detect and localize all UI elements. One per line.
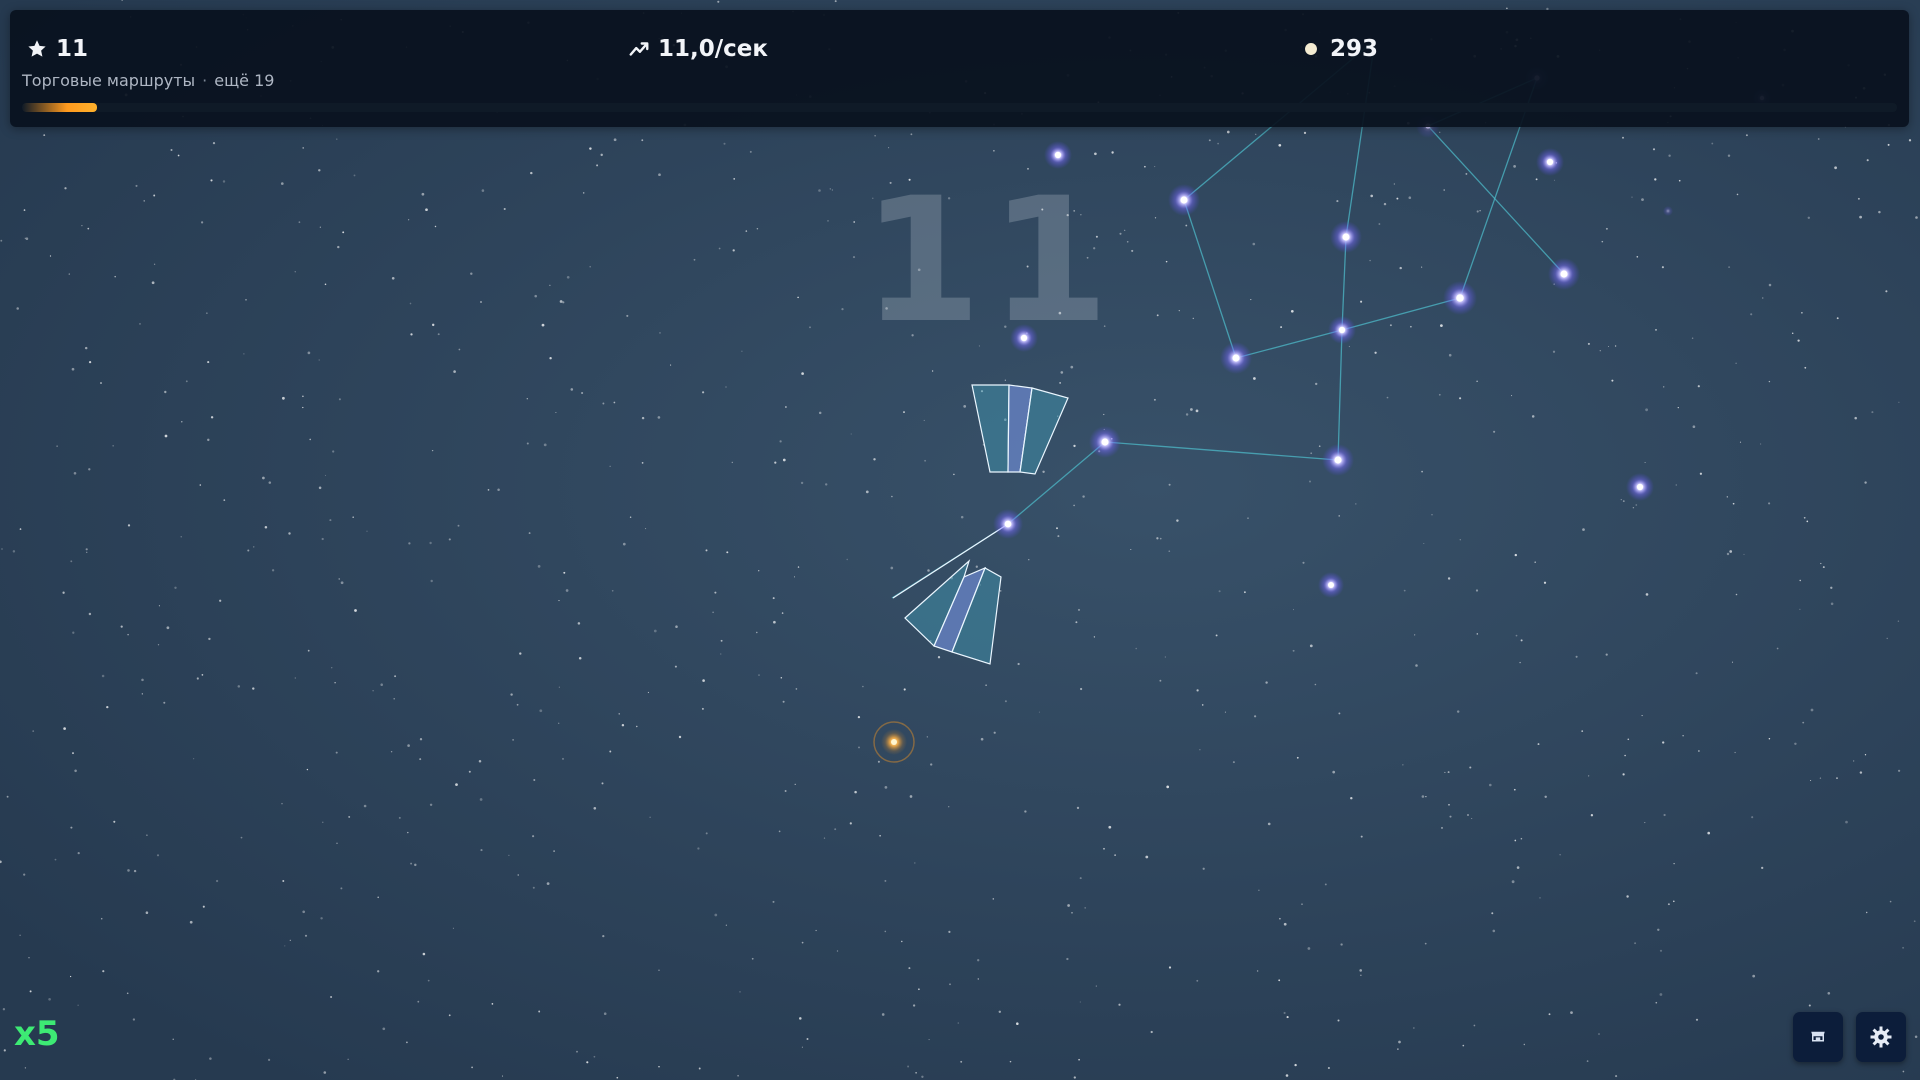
star-node[interactable] <box>1318 572 1344 598</box>
star-node[interactable] <box>1548 258 1580 290</box>
link-line <box>1337 329 1343 461</box>
shop-button[interactable] <box>1793 1012 1843 1062</box>
stars-stat: 11 <box>26 36 88 62</box>
trade-route-fan-lower[interactable] <box>892 523 1009 665</box>
star-node[interactable] <box>1044 141 1072 169</box>
link-line <box>1341 297 1461 331</box>
rate-stat: 11,0/сек <box>628 36 768 62</box>
quest-remaining: ещё 19 <box>214 71 275 90</box>
game-scene[interactable]: 11 11 11,0/сек 293 Торговые маршруты · е… <box>0 0 1920 1080</box>
quest-progress-fill <box>22 103 97 112</box>
star-node[interactable] <box>1663 206 1673 216</box>
coins-stat: 293 <box>1300 36 1378 62</box>
star-node[interactable] <box>1330 221 1362 253</box>
home-sun[interactable] <box>873 721 915 763</box>
quest-title: Торговые маршруты <box>22 71 196 90</box>
coins-count: 293 <box>1330 36 1379 62</box>
star-node[interactable] <box>1010 324 1038 352</box>
star-node[interactable] <box>1536 148 1564 176</box>
stars-count: 11 <box>56 36 89 62</box>
quest-status[interactable]: Торговые маршруты · ещё 19 <box>22 71 274 90</box>
link-line <box>1104 441 1339 461</box>
star-node[interactable] <box>993 509 1023 539</box>
settings-button[interactable] <box>1856 1012 1906 1062</box>
trend-up-icon <box>629 42 649 56</box>
quest-progress-bar <box>22 103 1897 112</box>
star-node[interactable] <box>1328 316 1356 344</box>
star-node[interactable] <box>1168 184 1200 216</box>
star-node[interactable] <box>1626 473 1654 501</box>
star-icon <box>28 40 46 57</box>
top-hud-panel: 11 11,0/сек 293 Торговые маршруты · ещё 19 <box>10 10 1909 127</box>
star-node[interactable] <box>1322 444 1354 476</box>
click-multiplier[interactable]: x5 <box>14 1014 60 1054</box>
coin-icon <box>1305 43 1317 55</box>
shop-icon <box>1811 1031 1825 1042</box>
fan-segment <box>971 384 1010 473</box>
link-line <box>1183 199 1237 359</box>
quest-separator: · <box>202 71 208 90</box>
star-node[interactable] <box>1220 342 1252 374</box>
trade-route-fan-upper[interactable] <box>971 384 1069 475</box>
rate-value: 11,0/сек <box>658 36 768 62</box>
link-line <box>1427 125 1565 275</box>
link-line <box>1235 329 1343 359</box>
star-nodes[interactable] <box>993 66 1772 598</box>
constellation-map[interactable] <box>0 0 1920 1080</box>
gear-icon <box>1870 1026 1892 1048</box>
star-node[interactable] <box>1089 426 1121 458</box>
star-node[interactable] <box>1443 281 1477 315</box>
